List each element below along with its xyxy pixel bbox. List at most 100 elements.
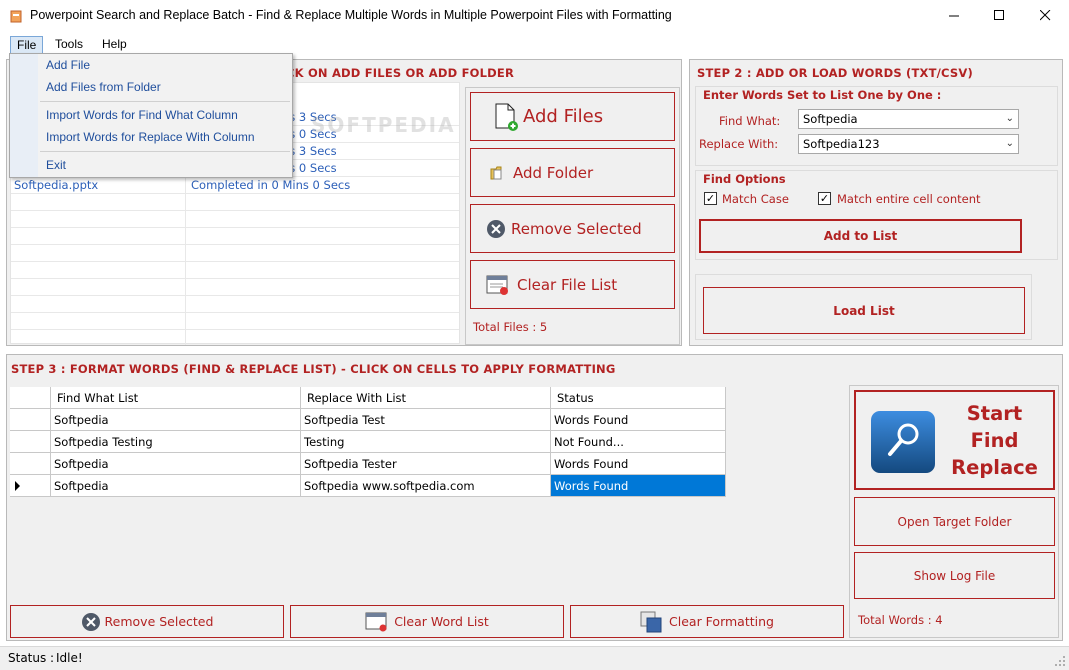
col-replace-with[interactable]: Replace With List [301,387,551,409]
add-to-list-label: Add to List [823,229,898,243]
find-what-label: Find What: [719,114,781,128]
start-find-replace-text: Start Find Replace [936,400,1053,481]
file-row-empty [11,262,459,279]
remove-selected-label: Remove Selected [511,219,642,238]
current-row-arrow-icon [15,481,20,491]
cell-replace[interactable]: Testing [301,431,551,453]
add-folder-button[interactable]: Add Folder [470,148,675,197]
file-menu-dropdown: Add File Add Files from Folder Import Wo… [9,53,293,178]
menu-item-exit[interactable]: Exit [46,158,66,172]
open-target-folder-button[interactable]: Open Target Folder [854,497,1055,546]
menu-separator [40,101,290,102]
file-row-empty [11,313,459,330]
add-files-label: Add Files [523,106,604,127]
clear-word-list-label: Clear Word List [394,614,489,629]
menu-item-import-find[interactable]: Import Words for Find What Column [46,108,238,122]
menu-item-add-file[interactable]: Add File [46,58,90,72]
menu-icon-gutter [10,54,38,177]
cell-find[interactable]: Softpedia Testing [51,431,301,453]
start-label: Start [966,402,1023,425]
table-row[interactable]: Softpedia Softpedia Tester Words Found [10,453,726,475]
watermark: SOFTPEDIA [311,113,456,137]
close-button[interactable] [1022,0,1068,31]
cell-status[interactable]: Words Found [551,409,726,431]
file-status: Completed in 0 Mins 0 Secs [191,178,351,192]
add-to-list-button[interactable]: Add to List [699,219,1022,253]
search-icon [871,411,935,473]
table-row[interactable]: Softpedia Softpedia www.softpedia.com Wo… [10,475,726,497]
total-files-box: Total Files : 5 [466,314,679,344]
maximize-button[interactable] [976,0,1022,31]
show-log-file-label: Show Log File [913,568,996,583]
cell-status-selected[interactable]: Words Found [551,475,726,497]
app-icon [10,10,22,23]
step2-title: STEP 2 : ADD OR LOAD WORDS (TXT/CSV) [697,66,973,80]
resize-grip-icon[interactable] [1054,655,1066,667]
menu-item-add-files-from-folder[interactable]: Add Files from Folder [46,80,161,94]
start-find-replace-button[interactable]: Start Find Replace [854,390,1055,490]
row-header-current[interactable] [10,475,51,497]
menu-item-import-replace[interactable]: Import Words for Replace With Column [46,130,255,144]
minimize-icon [948,15,959,17]
remove-selected-words-label: Remove Selected [104,614,214,629]
file-name: Softpedia.pptx [14,178,99,192]
cell-find[interactable]: Softpedia [51,453,301,475]
menu-tools[interactable]: Tools [49,36,89,54]
row-header[interactable] [10,409,51,431]
cell-replace[interactable]: Softpedia www.softpedia.com [301,475,551,497]
remove-selected-words-button[interactable]: Remove Selected [10,605,284,638]
col-status[interactable]: Status [551,387,726,409]
table-row[interactable]: Softpedia Softpedia Test Words Found [10,409,726,431]
grid-header: Find What List Replace With List Status [10,387,726,409]
clear-formatting-label: Clear Formatting [669,614,774,629]
table-row[interactable]: Softpedia Testing Testing Not Found... [10,431,726,453]
clear-formatting-icon [640,611,662,632]
status-label: Status : [8,651,55,665]
cell-status[interactable]: Words Found [551,453,726,475]
clear-word-list-button[interactable]: Clear Word List [290,605,564,638]
load-list-button[interactable]: Load List [703,287,1025,334]
menu-help[interactable]: Help [96,36,133,54]
add-file-icon [495,103,518,131]
file-row-empty [11,296,459,313]
cell-replace[interactable]: Softpedia Test [301,409,551,431]
remove-icon [487,219,505,238]
menu-separator [40,151,290,152]
status-value: Idle! [56,651,83,665]
step1-title: CK ON ADD FILES OR ADD FOLDER [286,66,515,80]
find-what-combo[interactable]: Softpedia ⌄ [798,109,1019,129]
add-folder-label: Add Folder [513,163,594,182]
clear-file-list-button[interactable]: Clear File List [470,260,675,309]
match-entire-checkbox[interactable]: ✓ [818,192,831,205]
enter-words-title: Enter Words Set to List One by One : [703,88,942,102]
chevron-down-icon: ⌄ [1005,138,1014,149]
row-header[interactable] [10,431,51,453]
col-find-what[interactable]: Find What List [51,387,301,409]
match-case-checkbox[interactable]: ✓ [704,192,717,205]
total-words: Total Words : 4 [858,613,943,627]
cell-replace[interactable]: Softpedia Tester [301,453,551,475]
chevron-down-icon: ⌄ [1005,113,1014,124]
menu-file[interactable]: File [10,36,44,54]
show-log-file-button[interactable]: Show Log File [854,552,1055,599]
match-entire-label: Match entire cell content [837,192,981,206]
clear-list-icon [365,612,387,631]
find-what-value: Softpedia [803,112,858,126]
step3-title: STEP 3 : FORMAT WORDS (FIND & REPLACE LI… [11,362,616,376]
replace-with-combo[interactable]: Softpedia123 ⌄ [798,134,1019,154]
cell-status[interactable]: Not Found... [551,431,726,453]
minimize-button[interactable] [931,0,977,31]
remove-selected-files-button[interactable]: Remove Selected [470,204,675,253]
row-header[interactable] [10,453,51,475]
window-title: Powerpoint Search and Replace Batch - Fi… [30,8,672,22]
close-icon [1039,10,1050,21]
maximize-icon [993,10,1004,20]
status-bar: Status : Idle! [0,646,1069,670]
cell-find[interactable]: Softpedia [51,409,301,431]
cell-find[interactable]: Softpedia [51,475,301,497]
replace-label: Replace [951,456,1038,479]
add-files-button[interactable]: Add Files [470,92,675,141]
file-row[interactable]: Softpedia.pptx Completed in 0 Mins 0 Sec… [11,177,459,194]
clear-formatting-button[interactable]: Clear Formatting [570,605,844,638]
replace-with-value: Softpedia123 [803,137,880,151]
